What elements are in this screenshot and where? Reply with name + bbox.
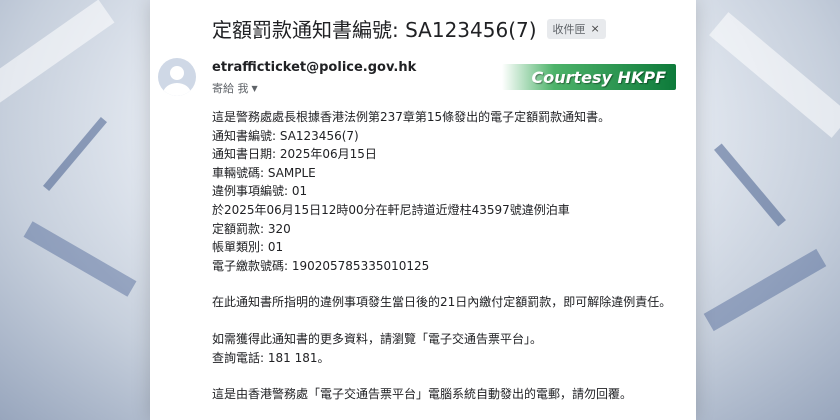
body-line: 在此通知書所指明的違例事項發生當日後的21日內繳付定額罰款，即可解除違例責任。 bbox=[212, 295, 672, 310]
recipient-text: 寄給 我 bbox=[212, 82, 249, 95]
body-line: 這是由香港警務處「電子交通告票平台」電腦系統自動發出的電郵，請勿回覆。 bbox=[212, 387, 633, 402]
body-line: 車輛號碼: SAMPLE bbox=[212, 165, 316, 180]
sender-address[interactable]: etrafficticket@police.gov.hk bbox=[212, 60, 416, 75]
body-line: 通知書日期: 2025年06月15日 bbox=[212, 147, 377, 162]
background-shard bbox=[0, 0, 115, 109]
body-line: 電子繳款號碼: 190205785335010125 bbox=[212, 258, 430, 273]
background-shard bbox=[714, 143, 786, 227]
inbox-label-badge[interactable]: 收件匣 × bbox=[546, 18, 606, 39]
courtesy-text: Courtesy HKPF bbox=[531, 67, 666, 87]
body-line: 帳單類別: 01 bbox=[212, 240, 284, 255]
background-shard bbox=[703, 248, 827, 332]
courtesy-watermark: Courtesy HKPF bbox=[502, 64, 676, 90]
inbox-label-text: 收件匣 bbox=[552, 22, 586, 36]
email-panel: 定額罰款通知書編號: SA123456(7) 收件匣 × etraffictic… bbox=[150, 0, 696, 420]
background-shard bbox=[23, 221, 137, 297]
recipient-details[interactable]: 寄給 我 ▼ bbox=[212, 80, 258, 96]
body-line: 通知書編號: SA123456(7) bbox=[212, 128, 359, 143]
background-shard bbox=[709, 12, 840, 138]
body-line: 查詢電話: 181 181。 bbox=[212, 350, 330, 365]
remove-label-icon[interactable]: × bbox=[591, 22, 600, 35]
sender-avatar-icon bbox=[158, 58, 196, 96]
email-subject-row: 定額罰款通知書編號: SA123456(7) 收件匣 × bbox=[212, 14, 606, 43]
email-body: 這是警務處處長根據香港法例第237章第15條發出的電子定額罰款通知書。 通知書編… bbox=[212, 108, 692, 404]
chevron-down-icon[interactable]: ▼ bbox=[252, 84, 258, 93]
body-line: 這是警務處處長根據香港法例第237章第15條發出的電子定額罰款通知書。 bbox=[212, 110, 611, 124]
background-shard bbox=[43, 116, 107, 192]
body-line: 定額罰款: 320 bbox=[212, 221, 291, 236]
body-line: 於2025年06月15日12時00分在軒尼詩道近燈柱43597號違例泊車 bbox=[212, 202, 570, 217]
body-line: 違例事項編號: 01 bbox=[212, 184, 308, 199]
body-line: 如需獲得此通知書的更多資料，請瀏覽「電子交通告票平台」。 bbox=[212, 331, 543, 346]
email-subject: 定額罰款通知書編號: SA123456(7) bbox=[212, 18, 537, 42]
